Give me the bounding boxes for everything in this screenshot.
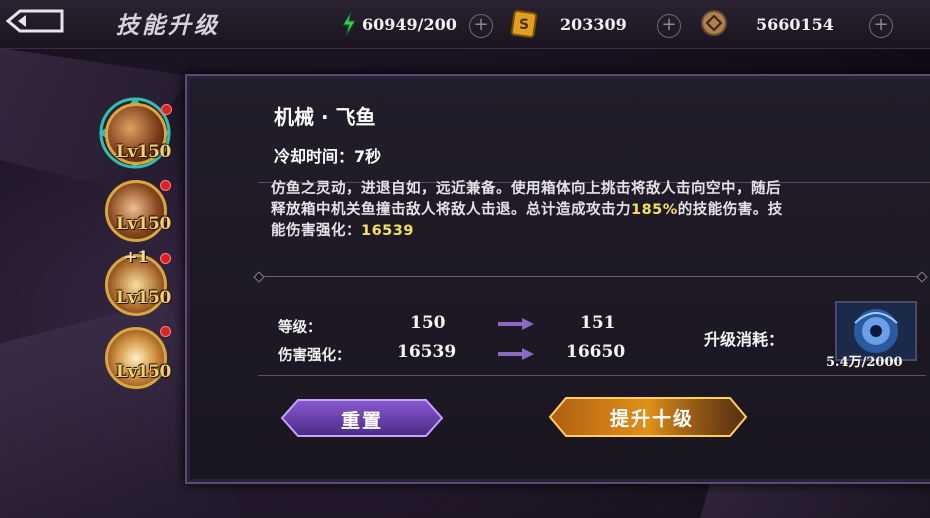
page-title: 技能升级	[116, 13, 220, 39]
add-gem-button[interactable]: +	[869, 14, 893, 38]
skill-level-3: Lv150	[116, 288, 171, 308]
notification-dot	[161, 104, 172, 115]
description-line-2: 释放箱中机关鱼撞击敌人将敌人击退。总计造成攻击力185%的技能伤害。技	[271, 202, 783, 218]
reset-button[interactable]: 重置	[280, 400, 444, 438]
skill-bonus-badge: +1	[124, 247, 149, 266]
upgrade-cost-label: 升级消耗：	[704, 330, 785, 349]
gem-display: 5660154	[698, 10, 834, 38]
stamina-display: 60949/200	[340, 10, 457, 38]
stamina-value: 60949/200	[362, 14, 457, 34]
gold-coin-icon: S	[510, 10, 538, 38]
skill-level-2: Lv150	[116, 214, 171, 234]
upgrade-cost-value: 5.4万/2000	[826, 355, 903, 370]
skill-cooldown: 冷却时间：7秒	[274, 147, 382, 166]
back-arrow-icon[interactable]	[4, 6, 66, 36]
level-current: 150	[410, 313, 446, 333]
arrow-right-icon	[498, 318, 534, 330]
damage-enhance-current: 16539	[397, 342, 457, 362]
damage-percent: 185%	[631, 202, 678, 218]
top-bar: 技能升级 60949/200 + S 203309 + 5660154 +	[0, 0, 930, 49]
divider	[258, 276, 926, 277]
level-label: 等级：	[278, 320, 322, 336]
gold-display: S 203309	[510, 10, 627, 38]
notification-dot	[160, 326, 171, 337]
divider	[258, 375, 926, 376]
add-gold-button[interactable]: +	[657, 14, 681, 38]
level-next: 151	[580, 313, 616, 333]
gem-coin-icon	[701, 10, 727, 36]
notification-dot	[160, 180, 171, 191]
skill-level-4: Lv150	[116, 362, 171, 382]
skill-name: 机械 · 飞鱼	[274, 105, 376, 129]
add-stamina-button[interactable]: +	[469, 14, 493, 38]
lightning-icon	[342, 11, 356, 37]
damage-enhance-next: 16650	[566, 342, 626, 362]
skill-level-1: Lv150	[116, 142, 171, 162]
gem-value: 5660154	[756, 14, 834, 34]
description-line-3: 能伤害强化：16539	[271, 223, 414, 239]
arrow-right-icon	[498, 348, 534, 360]
upgrade-ten-button[interactable]: 提升十级	[552, 398, 752, 436]
description-line-1: 仿鱼之灵动，进退自如，远近兼备。使用箱体向上挑击将敌人击向空中，随后	[271, 181, 781, 197]
gold-value: 203309	[560, 14, 627, 34]
skill-description: 仿鱼之灵动，进退自如，远近兼备。使用箱体向上挑击将敌人击向空中，随后 释放箱中机…	[271, 179, 930, 242]
svg-text:S: S	[519, 17, 529, 33]
enhance-value: 16539	[361, 223, 414, 239]
notification-dot	[160, 253, 171, 264]
damage-enhance-label: 伤害强化：	[278, 348, 351, 364]
